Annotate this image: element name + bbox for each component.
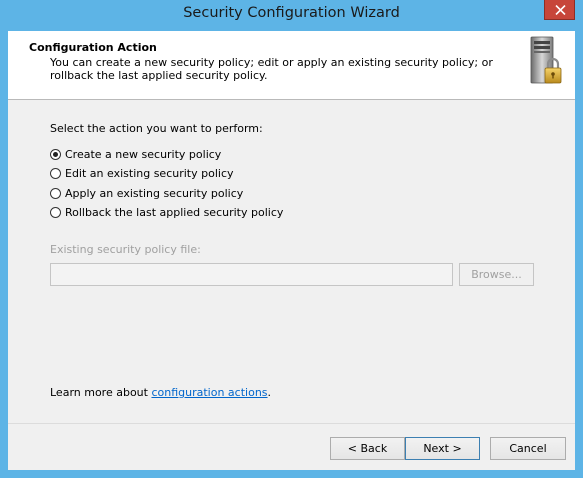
option-rollback-policy[interactable]: Rollback the last applied security polic…: [50, 204, 283, 220]
wizard-window: Security Configuration Wizard Configurat…: [0, 0, 583, 478]
radio-button-selected[interactable]: [50, 148, 61, 160]
footer-divider: [8, 423, 575, 424]
close-button[interactable]: [544, 0, 575, 20]
policy-file-label: Existing security policy file:: [50, 243, 201, 256]
wizard-client-area: Configuration Action You can create a ne…: [8, 31, 575, 470]
radio-button[interactable]: [50, 187, 61, 199]
radio-button[interactable]: [50, 167, 61, 179]
next-button[interactable]: Next >: [405, 437, 480, 460]
window-title: Security Configuration Wizard: [183, 5, 400, 21]
option-label: Apply an existing security policy: [65, 186, 244, 200]
option-edit-existing-policy[interactable]: Edit an existing security policy: [50, 165, 234, 181]
radio-button[interactable]: [50, 206, 61, 218]
wizard-header: Configuration Action You can create a ne…: [8, 31, 575, 100]
back-button[interactable]: < Back: [330, 437, 405, 460]
close-icon: [555, 5, 566, 15]
configuration-actions-link[interactable]: configuration actions: [151, 386, 267, 399]
option-label: Create a new security policy: [65, 147, 222, 161]
policy-file-input[interactable]: [50, 263, 453, 286]
learn-more-suffix: .: [267, 386, 272, 399]
learn-more-text: Learn more about configuration actions.: [50, 386, 271, 399]
page-title: Configuration Action: [29, 41, 157, 54]
learn-more-prefix: Learn more about: [50, 386, 152, 399]
option-create-new-policy[interactable]: Create a new security policy: [50, 146, 221, 162]
browse-button[interactable]: Browse...: [459, 263, 534, 286]
option-label: Rollback the last applied security polic…: [65, 205, 284, 219]
option-label: Edit an existing security policy: [65, 166, 234, 180]
server-lock-icon: [530, 36, 562, 84]
action-prompt: Select the action you want to perform:: [50, 122, 263, 135]
page-description: You can create a new security policy; ed…: [50, 56, 493, 82]
title-bar[interactable]: Security Configuration Wizard: [0, 0, 583, 31]
option-apply-existing-policy[interactable]: Apply an existing security policy: [50, 185, 243, 201]
cancel-button[interactable]: Cancel: [490, 437, 566, 460]
